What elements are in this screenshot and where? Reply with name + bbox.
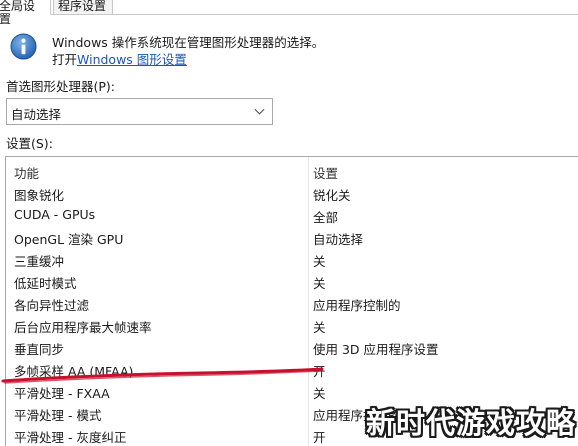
feature-cell: 平滑处理 - FXAA [14, 386, 110, 401]
settings-label: 设置(S): [6, 136, 53, 151]
table-row[interactable]: 图象锐化 锐化关 [6, 182, 578, 204]
table-row[interactable]: 平滑处理 - FXAA 关 [6, 380, 578, 402]
preferred-gpu-value: 自动选择 [11, 107, 62, 122]
preferred-gpu-select[interactable]: 自动选择 [6, 98, 273, 125]
setting-cell[interactable]: 关 [313, 251, 326, 270]
feature-cell: OpenGL 渲染 GPU [14, 232, 124, 247]
info-link-line: 打开Windows 图形设置 [52, 49, 187, 68]
setting-cell[interactable]: 关 [313, 273, 326, 292]
setting-cell[interactable]: 开 [313, 427, 326, 446]
info-icon [10, 33, 37, 60]
table-row[interactable]: 低延时模式 关 [6, 270, 578, 292]
feature-cell: 多帧采样 AA (MFAA) [14, 364, 134, 379]
tab-bar: 全局设置 程序设置 [0, 0, 578, 26]
setting-cell[interactable]: 全部 [313, 207, 338, 226]
feature-cell: 后台应用程序最大帧速率 [14, 320, 152, 335]
chevron-down-icon [254, 108, 265, 115]
windows-graphics-settings-link[interactable]: Windows 图形设置 [77, 52, 187, 67]
table-row[interactable]: 垂直同步 使用 3D 应用程序设置 [6, 336, 578, 358]
setting-cell[interactable]: 关 [313, 317, 326, 336]
table-row[interactable]: CUDA - GPUs 全部 [6, 204, 578, 226]
table-header: 功能 设置 [6, 160, 578, 182]
setting-cell[interactable]: 锐化关 [313, 185, 351, 204]
setting-cell[interactable]: 应用程序控制的 [313, 295, 401, 314]
table-row[interactable]: 各向异性过滤 应用程序控制的 [6, 292, 578, 314]
setting-cell[interactable]: 使用 3D 应用程序设置 [313, 339, 439, 358]
feature-cell: 平滑处理 - 模式 [14, 408, 102, 423]
feature-cell: 图象锐化 [14, 188, 65, 203]
open-prefix: 打开 [52, 52, 78, 67]
feature-cell: CUDA - GPUs [14, 207, 96, 222]
column-header-feature[interactable]: 功能 [14, 163, 39, 182]
feature-cell: 垂直同步 [14, 342, 65, 357]
table-row[interactable]: 三重缓冲 关 [6, 248, 578, 270]
table-row[interactable]: 后台应用程序最大帧速率 关 [6, 314, 578, 336]
tab-program-settings[interactable]: 程序设置 [53, 0, 113, 15]
column-header-setting[interactable]: 设置 [313, 163, 338, 182]
tab-global-settings[interactable]: 全局设置 [0, 0, 51, 26]
setting-cell[interactable]: 开 [313, 361, 326, 380]
table-row[interactable]: OpenGL 渲染 GPU 自动选择 [6, 226, 578, 248]
watermark-text: 新时代游戏攻略 [366, 406, 577, 440]
setting-cell[interactable]: 自动选择 [313, 229, 363, 248]
feature-cell: 三重缓冲 [14, 254, 65, 269]
preferred-gpu-label: 首选图形处理器(P): [6, 79, 116, 94]
feature-cell: 低延时模式 [14, 276, 77, 291]
setting-cell[interactable]: 关 [313, 383, 326, 402]
feature-cell: 平滑处理 - 灰度纠正 [14, 430, 127, 445]
feature-cell: 各向异性过滤 [14, 298, 90, 313]
table-row[interactable]: 多帧采样 AA (MFAA) 开 [6, 358, 578, 380]
